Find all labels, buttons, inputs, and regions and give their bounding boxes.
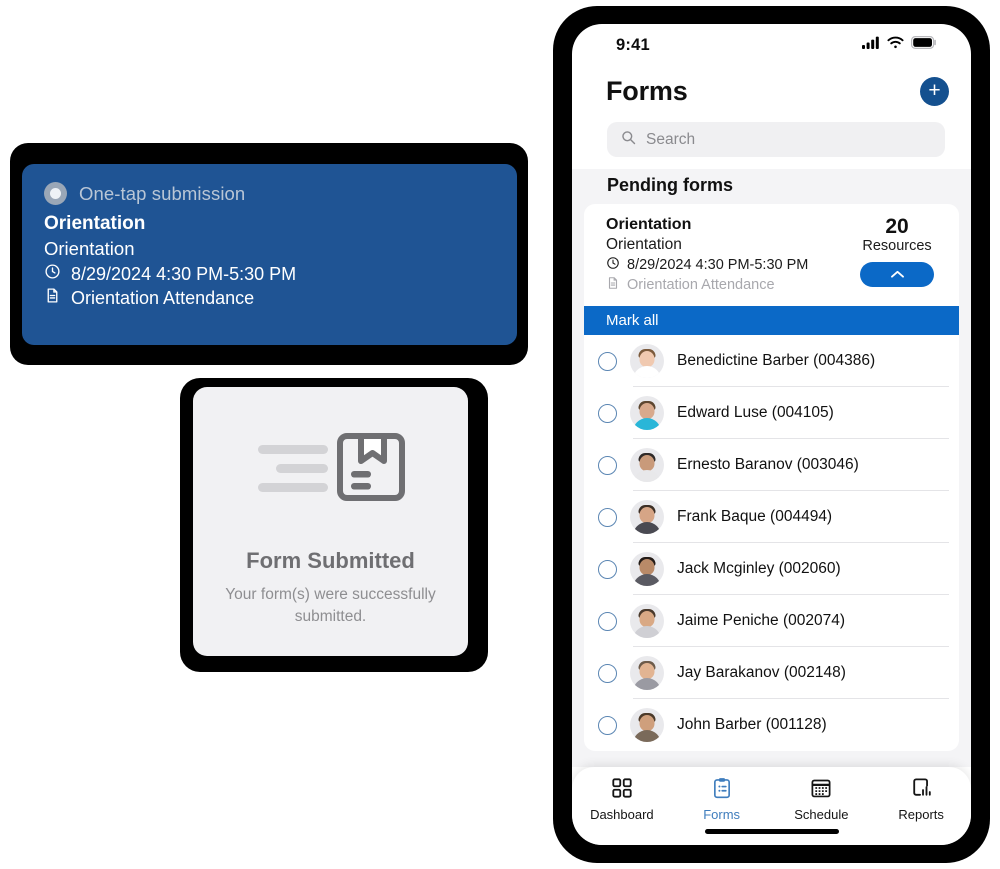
- tab-label: Dashboard: [590, 807, 654, 822]
- battery-icon: [911, 36, 937, 54]
- person-radio[interactable]: [598, 455, 617, 475]
- avatar: [630, 552, 664, 586]
- list-item[interactable]: Jack Mcginley (002060): [584, 543, 959, 595]
- wifi-icon: [887, 36, 904, 54]
- pending-form-resources: 20 Resources: [841, 215, 959, 288]
- list-item[interactable]: John Barber (001128): [584, 699, 959, 751]
- person-name: Jaime Peniche (002074): [677, 612, 846, 629]
- person-name: Frank Baque (004494): [677, 508, 833, 525]
- form-submitted-message: Your form(s) were successfully submitted…: [225, 586, 436, 625]
- clock-icon: [44, 263, 61, 285]
- person-name: Jack Mcginley (002060): [677, 560, 841, 577]
- one-tap-time: 8/29/2024 4:30 PM-5:30 PM: [71, 263, 297, 284]
- resources-count: 20: [885, 215, 909, 238]
- pending-form-card[interactable]: Orientation Orientation 8/29/2024 4:30 P…: [584, 204, 959, 306]
- search-placeholder: Search: [646, 130, 696, 148]
- person-name: Jay Barakanov (002148): [677, 664, 846, 681]
- radio-selected-icon[interactable]: [44, 182, 67, 205]
- person-name: John Barber (001128): [677, 716, 827, 733]
- one-tap-label: One-tap submission: [79, 182, 246, 204]
- pending-form-title: Orientation: [606, 216, 692, 233]
- pending-form-time: 8/29/2024 4:30 PM-5:30 PM: [627, 257, 809, 273]
- resources-label: Resources: [862, 238, 932, 255]
- one-tap-title: Orientation: [44, 213, 146, 234]
- avatar: [630, 448, 664, 482]
- document-icon: [606, 276, 620, 294]
- mark-all-button[interactable]: Mark all: [584, 306, 959, 335]
- clipboard-icon: [711, 777, 733, 802]
- list-item[interactable]: Edward Luse (004105): [584, 387, 959, 439]
- person-name: Benedictine Barber (004386): [677, 352, 876, 369]
- search-icon: [621, 130, 636, 150]
- person-radio[interactable]: [598, 403, 617, 423]
- person-radio[interactable]: [598, 611, 617, 631]
- one-tap-submission-card[interactable]: One-tap submission Orientation Orientati…: [22, 164, 517, 345]
- pending-form-details: Orientation Orientation 8/29/2024 4:30 P…: [584, 216, 841, 296]
- person-radio[interactable]: [598, 351, 617, 371]
- mark-all-label: Mark all: [606, 312, 659, 329]
- list-item[interactable]: Ernesto Baranov (003046): [584, 439, 959, 491]
- bottom-tab-bar: Dashboard Forms Schedule Reports: [572, 767, 971, 845]
- avatar: [630, 708, 664, 742]
- calendar-icon: [810, 777, 832, 802]
- tab-reports[interactable]: Reports: [878, 777, 964, 822]
- page-title: Forms: [606, 76, 688, 106]
- form-submitted-card: Form Submitted Your form(s) were success…: [193, 387, 468, 656]
- person-radio[interactable]: [598, 715, 617, 735]
- document-icon: [44, 287, 61, 309]
- pending-form-time-row: 8/29/2024 4:30 PM-5:30 PM: [606, 256, 841, 274]
- grid-icon: [611, 777, 633, 802]
- list-item[interactable]: Frank Baque (004494): [584, 491, 959, 543]
- one-tap-header: One-tap submission: [44, 182, 495, 205]
- avatar: [630, 500, 664, 534]
- status-bar-time: 9:41: [616, 35, 650, 54]
- tab-label: Forms: [703, 807, 741, 822]
- list-item[interactable]: Jaime Peniche (002074): [584, 595, 959, 647]
- report-chart-icon: [910, 777, 932, 802]
- tab-label: Reports: [898, 807, 944, 822]
- add-form-button[interactable]: +: [920, 77, 949, 106]
- tab-schedule[interactable]: Schedule: [778, 777, 864, 822]
- avatar: [630, 344, 664, 378]
- home-indicator: [704, 829, 839, 834]
- collapse-button[interactable]: [860, 262, 934, 288]
- page-header: Forms +: [572, 66, 971, 114]
- plus-icon: +: [928, 79, 941, 102]
- tab-forms[interactable]: Forms: [679, 777, 765, 822]
- pending-form-subtitle: Orientation: [606, 236, 682, 253]
- pending-form-name-row: Orientation Attendance: [606, 276, 841, 294]
- status-bar: 9:41: [572, 24, 971, 66]
- package-delivered-icon: [256, 433, 406, 510]
- cellular-signal-icon: [862, 36, 880, 54]
- one-tap-form-name: Orientation Attendance: [71, 287, 255, 308]
- form-submitted-title: Form Submitted: [246, 548, 415, 573]
- person-name: Ernesto Baranov (003046): [677, 456, 859, 473]
- chevron-up-icon: [890, 266, 905, 284]
- one-tap-time-row: 8/29/2024 4:30 PM-5:30 PM: [44, 263, 495, 285]
- section-header-label: Pending forms: [607, 175, 734, 195]
- search-input[interactable]: Search: [607, 122, 945, 157]
- person-radio[interactable]: [598, 559, 617, 579]
- clock-icon: [606, 256, 620, 274]
- avatar: [630, 396, 664, 430]
- section-header-pending-forms: Pending forms: [572, 169, 971, 204]
- person-name: Edward Luse (004105): [677, 404, 834, 421]
- forms-list-area[interactable]: Orientation Orientation 8/29/2024 4:30 P…: [572, 204, 971, 767]
- person-radio[interactable]: [598, 663, 617, 683]
- people-list: Benedictine Barber (004386) Edward Luse …: [584, 335, 959, 751]
- search-container: Search: [572, 114, 971, 169]
- one-tap-subtitle: Orientation: [44, 238, 135, 259]
- phone-screen: 9:41 Forms + Search Pending forms Orient…: [572, 24, 971, 845]
- status-bar-icons: [862, 36, 937, 54]
- screenshot-stage: One-tap submission Orientation Orientati…: [0, 0, 1000, 869]
- tab-label: Schedule: [794, 807, 849, 822]
- avatar: [630, 604, 664, 638]
- tab-dashboard[interactable]: Dashboard: [579, 777, 665, 822]
- one-tap-form-row: Orientation Attendance: [44, 287, 495, 309]
- avatar: [630, 656, 664, 690]
- person-radio[interactable]: [598, 507, 617, 527]
- pending-form-name: Orientation Attendance: [627, 277, 775, 293]
- list-item[interactable]: Benedictine Barber (004386): [584, 335, 959, 387]
- list-item[interactable]: Jay Barakanov (002148): [584, 647, 959, 699]
